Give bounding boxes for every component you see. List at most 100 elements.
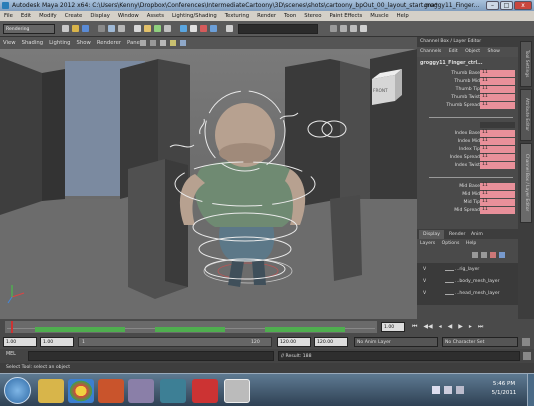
select-component-icon[interactable]: [118, 25, 125, 32]
snap-grid-icon[interactable]: [134, 25, 141, 32]
move-layer-down-icon[interactable]: [481, 252, 487, 258]
menu-lighting-shading[interactable]: Lighting/Shading: [172, 13, 217, 19]
close-button[interactable]: x: [514, 1, 532, 10]
tab-display[interactable]: Display: [419, 230, 444, 239]
open-scene-icon[interactable]: [72, 25, 79, 32]
toggle-channel-box-icon[interactable]: [360, 25, 367, 32]
ipr-render-icon[interactable]: [200, 25, 207, 32]
command-input[interactable]: [28, 351, 274, 361]
selected-object-name[interactable]: groggy11_Finger_ctrl...: [420, 59, 516, 68]
channel-row[interactable]: Index Mid 11: [417, 138, 518, 145]
tab-anim[interactable]: Anim: [471, 230, 483, 239]
playback-end-field[interactable]: 120.00: [277, 337, 311, 347]
panel-menu-show[interactable]: Show: [77, 40, 91, 46]
channel-row[interactable]: Thumb Spread 11: [417, 102, 518, 109]
auto-key-icon[interactable]: [522, 338, 530, 346]
step-forward-frame-icon[interactable]: ▸: [469, 323, 472, 330]
channel-row[interactable]: Thumb Mid 11: [417, 78, 518, 85]
menu-render[interactable]: Render: [257, 13, 276, 19]
new-empty-layer-icon[interactable]: [490, 252, 496, 258]
start-time-field[interactable]: 1.00: [3, 337, 37, 347]
time-slider-track[interactable]: [5, 321, 377, 333]
menu-stereo[interactable]: Stereo: [304, 13, 321, 19]
play-forward-icon[interactable]: ▶: [458, 323, 463, 330]
object-menu[interactable]: Object: [465, 49, 480, 54]
play-backward-icon[interactable]: ◀: [448, 323, 453, 330]
tab-render[interactable]: Render: [449, 230, 465, 239]
history-icon[interactable]: [180, 25, 187, 32]
time-slider[interactable]: 1.00 ⏮ ◀◀ ◂ ◀ ▶ ▸ ⏭: [0, 319, 534, 335]
channel-row[interactable]: Mid Spread 11: [417, 207, 518, 214]
show-desktop-button[interactable]: [527, 374, 534, 406]
save-scene-icon[interactable]: [82, 25, 89, 32]
menu-paint-effects[interactable]: Paint Effects: [329, 13, 362, 19]
use-lights-icon[interactable]: [170, 40, 176, 46]
end-time-field[interactable]: 120.00: [314, 337, 348, 347]
channels-menu[interactable]: Channels: [420, 49, 441, 54]
chrome-icon[interactable]: [68, 379, 94, 403]
menu-set-dropdown[interactable]: Rendering: [3, 24, 55, 34]
menu-file[interactable]: File: [4, 13, 13, 19]
taskbar-clock[interactable]: 5:46 PM 5/1/2011: [484, 380, 524, 398]
snap-point-icon[interactable]: [154, 25, 161, 32]
snap-plane-icon[interactable]: [164, 25, 171, 32]
menu-create[interactable]: Create: [65, 13, 83, 19]
snap-curve-icon[interactable]: [144, 25, 151, 32]
select-hierarchy-icon[interactable]: [98, 25, 105, 32]
tray-volume-icon[interactable]: [444, 386, 452, 394]
current-frame-field[interactable]: 1.00: [381, 322, 405, 332]
layer-row[interactable]: V ...body_mesh_layer: [417, 277, 518, 287]
menu-assets[interactable]: Assets: [147, 13, 164, 19]
panel-menu-lighting[interactable]: Lighting: [49, 40, 70, 46]
step-back-key-icon[interactable]: ◀◀: [423, 323, 432, 330]
move-layer-up-icon[interactable]: [472, 252, 478, 258]
anim-layer-dropdown[interactable]: No Anim Layer: [354, 337, 438, 347]
viewport-3d[interactable]: FRONT: [0, 49, 417, 319]
minimize-button[interactable]: –: [486, 1, 499, 10]
channel-row[interactable]: Index Spread 11: [417, 154, 518, 161]
go-to-end-icon[interactable]: ⏭: [478, 323, 483, 330]
start-button[interactable]: [4, 377, 31, 404]
tray-network-icon[interactable]: [432, 386, 440, 394]
panel-menu-renderer[interactable]: Renderer: [97, 40, 121, 46]
step-back-frame-icon[interactable]: ◂: [439, 323, 442, 330]
channel-row[interactable]: Thumb Base 11: [417, 70, 518, 77]
channel-row[interactable]: Mid Base 11: [417, 183, 518, 190]
menu-texturing[interactable]: Texturing: [225, 13, 249, 19]
channel-row[interactable]: Thumb Twist 11: [417, 94, 518, 101]
tab-channel-box[interactable]: Channel Box / Layer Editor: [520, 143, 532, 223]
layer-row[interactable]: V ...rig_layer: [417, 265, 518, 275]
smooth-shade-icon[interactable]: [160, 40, 166, 46]
channel-row[interactable]: Thumb Tip 11: [417, 86, 518, 93]
show-hide-sidebar-icon[interactable]: [330, 25, 337, 32]
menu-edit[interactable]: Edit: [21, 13, 31, 19]
menu-modify[interactable]: Modify: [39, 13, 57, 19]
channel-row[interactable]: Mid Tip 11: [417, 199, 518, 206]
menu-help[interactable]: Help: [397, 13, 409, 19]
app-window-icon[interactable]: [224, 379, 250, 403]
powerpoint-icon[interactable]: [98, 379, 124, 403]
new-layer-selected-icon[interactable]: [499, 252, 505, 258]
layers-menu[interactable]: Layers: [420, 241, 435, 246]
render-settings-icon[interactable]: [210, 25, 217, 32]
show-menu[interactable]: Show: [488, 49, 500, 54]
wireframe-icon[interactable]: [150, 40, 156, 46]
app-icon[interactable]: [128, 379, 154, 403]
menu-display[interactable]: Display: [90, 13, 110, 19]
toggle-attribute-editor-icon[interactable]: [340, 25, 347, 32]
tray-flag-icon[interactable]: [456, 386, 464, 394]
tab-tool-settings[interactable]: Tool Settings: [520, 41, 532, 87]
toggle-tool-settings-icon[interactable]: [350, 25, 357, 32]
edit-menu[interactable]: Edit: [449, 49, 458, 54]
menu-toon[interactable]: Toon: [284, 13, 296, 19]
camera-icon[interactable]: [140, 40, 146, 46]
current-time-marker[interactable]: [11, 321, 13, 333]
render-current-icon[interactable]: [190, 25, 197, 32]
input-box-icon[interactable]: [226, 25, 233, 32]
channel-row[interactable]: Index Twist 11: [417, 162, 518, 169]
menu-muscle[interactable]: Muscle: [370, 13, 388, 19]
help-menu[interactable]: Help: [466, 241, 476, 246]
maya-taskbar-icon[interactable]: [160, 379, 186, 403]
character-set-dropdown[interactable]: No Character Set: [442, 337, 518, 347]
new-scene-icon[interactable]: [62, 25, 69, 32]
